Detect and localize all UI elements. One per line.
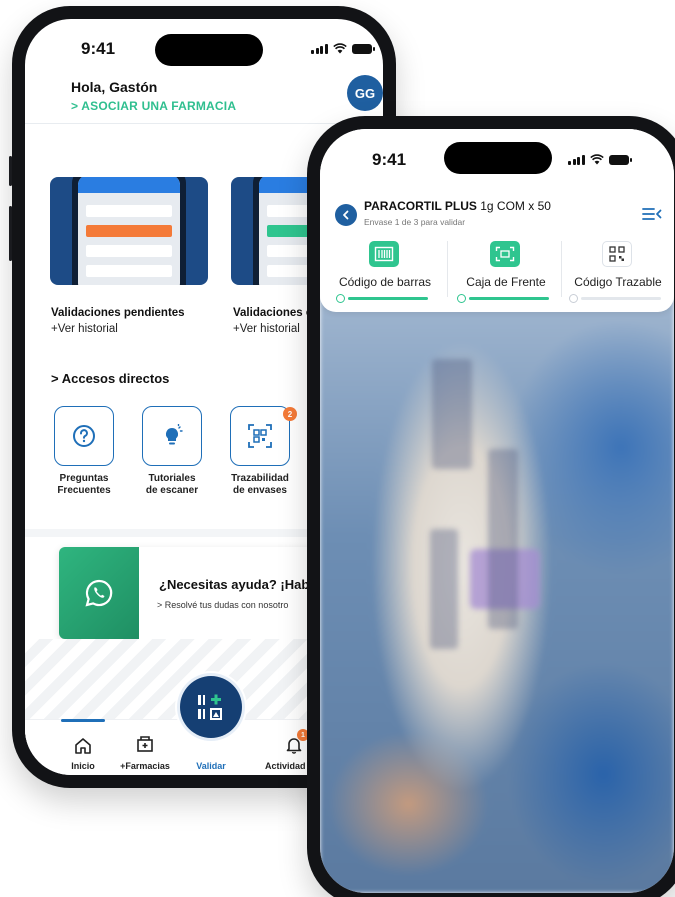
nav-item-farmacias[interactable]: +Farmacias bbox=[110, 761, 180, 771]
whatsapp-icon bbox=[85, 579, 113, 607]
quick-label-line: Trazabilidad bbox=[231, 473, 289, 484]
product-name: PARACORTIL PLUS bbox=[364, 199, 477, 213]
step-progress-bar bbox=[469, 297, 549, 300]
scan-screen: 9:41 PARACORTIL PLUS 1g COM x 50 Envase … bbox=[320, 129, 674, 893]
home-icon[interactable] bbox=[74, 737, 92, 755]
dynamic-island bbox=[444, 142, 552, 174]
marketing-composite: 9:41 Hola, Gastón > ASOCIAR UNA FARMACIA… bbox=[0, 0, 675, 897]
faq-button[interactable] bbox=[54, 406, 114, 466]
step-check-icon bbox=[336, 294, 345, 303]
associate-pharmacy-link[interactable]: > ASOCIAR UNA FARMACIA bbox=[71, 99, 236, 113]
step-traceable-code[interactable]: Código Trazable bbox=[563, 233, 673, 303]
help-subtitle[interactable]: > Resolvé tus dudas con nosotro bbox=[157, 600, 288, 610]
card-title: Validaciones pendientes bbox=[51, 307, 185, 319]
phone-scan-screen: 9:41 PARACORTIL PLUS 1g COM x 50 Envase … bbox=[307, 116, 675, 897]
status-icons bbox=[568, 154, 632, 165]
dynamic-island bbox=[155, 34, 263, 66]
card-history-link[interactable]: +Ver historial bbox=[233, 323, 300, 335]
phone-side-button bbox=[9, 206, 12, 261]
step-check-icon bbox=[569, 294, 578, 303]
battery-icon bbox=[351, 43, 375, 54]
validate-icon bbox=[198, 694, 222, 720]
nav-active-indicator bbox=[61, 719, 105, 722]
product-title: PARACORTIL PLUS 1g COM x 50 bbox=[364, 199, 551, 213]
box-scan-icon bbox=[495, 246, 515, 262]
status-icons bbox=[311, 43, 375, 54]
nav-item-inicio[interactable]: Inicio bbox=[61, 761, 105, 771]
scanner-tutorials-button[interactable] bbox=[142, 406, 202, 466]
battery-icon bbox=[608, 154, 632, 165]
product-presentation: 1g COM x 50 bbox=[476, 199, 551, 213]
card-title: Validaciones e bbox=[233, 307, 313, 319]
help-title: ¿Necesitas ayuda? ¡Habl bbox=[159, 577, 313, 592]
wifi-icon bbox=[332, 43, 347, 54]
step-check-icon bbox=[457, 294, 466, 303]
phone-side-button bbox=[9, 156, 12, 186]
package-traceability-button[interactable] bbox=[230, 406, 290, 466]
quick-label-line: Frecuentes bbox=[57, 485, 111, 496]
phone-illustration bbox=[72, 177, 186, 285]
header-divider bbox=[25, 123, 383, 124]
status-time: 9:41 bbox=[81, 39, 116, 58]
validate-button[interactable] bbox=[180, 676, 242, 738]
quick-access-title: > Accesos directos bbox=[51, 371, 170, 386]
validate-fab-ring bbox=[175, 671, 247, 743]
signal-icon bbox=[568, 154, 585, 165]
lightbulb-icon bbox=[165, 424, 183, 445]
back-button[interactable] bbox=[335, 204, 357, 226]
product-subtitle: Envase 1 de 3 para validar bbox=[364, 217, 466, 227]
greeting: Hola, Gastón bbox=[71, 79, 158, 95]
quick-label-line: Preguntas bbox=[59, 473, 109, 484]
step-progress-bar bbox=[348, 297, 428, 300]
quick-label-line: de escaner bbox=[145, 485, 199, 496]
qr-code-icon bbox=[609, 246, 625, 262]
wifi-icon bbox=[589, 154, 604, 165]
step-box-front[interactable]: Caja de Frente bbox=[451, 233, 561, 303]
traceability-badge: 2 bbox=[283, 407, 297, 421]
step-label: Código Trazable bbox=[574, 275, 662, 289]
nav-item-validar[interactable]: Validar bbox=[185, 761, 237, 771]
pending-validations-card[interactable] bbox=[50, 177, 208, 285]
status-time: 9:41 bbox=[372, 150, 407, 169]
quick-label-line: Tutoriales bbox=[148, 473, 196, 484]
barcode-icon bbox=[374, 246, 394, 262]
step-label: Caja de Frente bbox=[466, 275, 546, 289]
avatar[interactable]: GG bbox=[347, 75, 383, 111]
quick-label-line: de envases bbox=[233, 485, 287, 496]
signal-icon bbox=[311, 43, 328, 54]
question-icon bbox=[73, 425, 95, 447]
pharmacy-icon[interactable] bbox=[136, 735, 154, 753]
step-barcode[interactable]: Código de barras bbox=[330, 233, 440, 303]
step-label: Código de barras bbox=[338, 275, 432, 289]
list-menu-icon[interactable] bbox=[642, 207, 662, 221]
step-progress-bar bbox=[581, 297, 661, 300]
qr-scan-icon bbox=[248, 424, 272, 448]
card-history-link[interactable]: +Ver historial bbox=[51, 323, 118, 335]
chevron-left-icon bbox=[343, 210, 349, 220]
